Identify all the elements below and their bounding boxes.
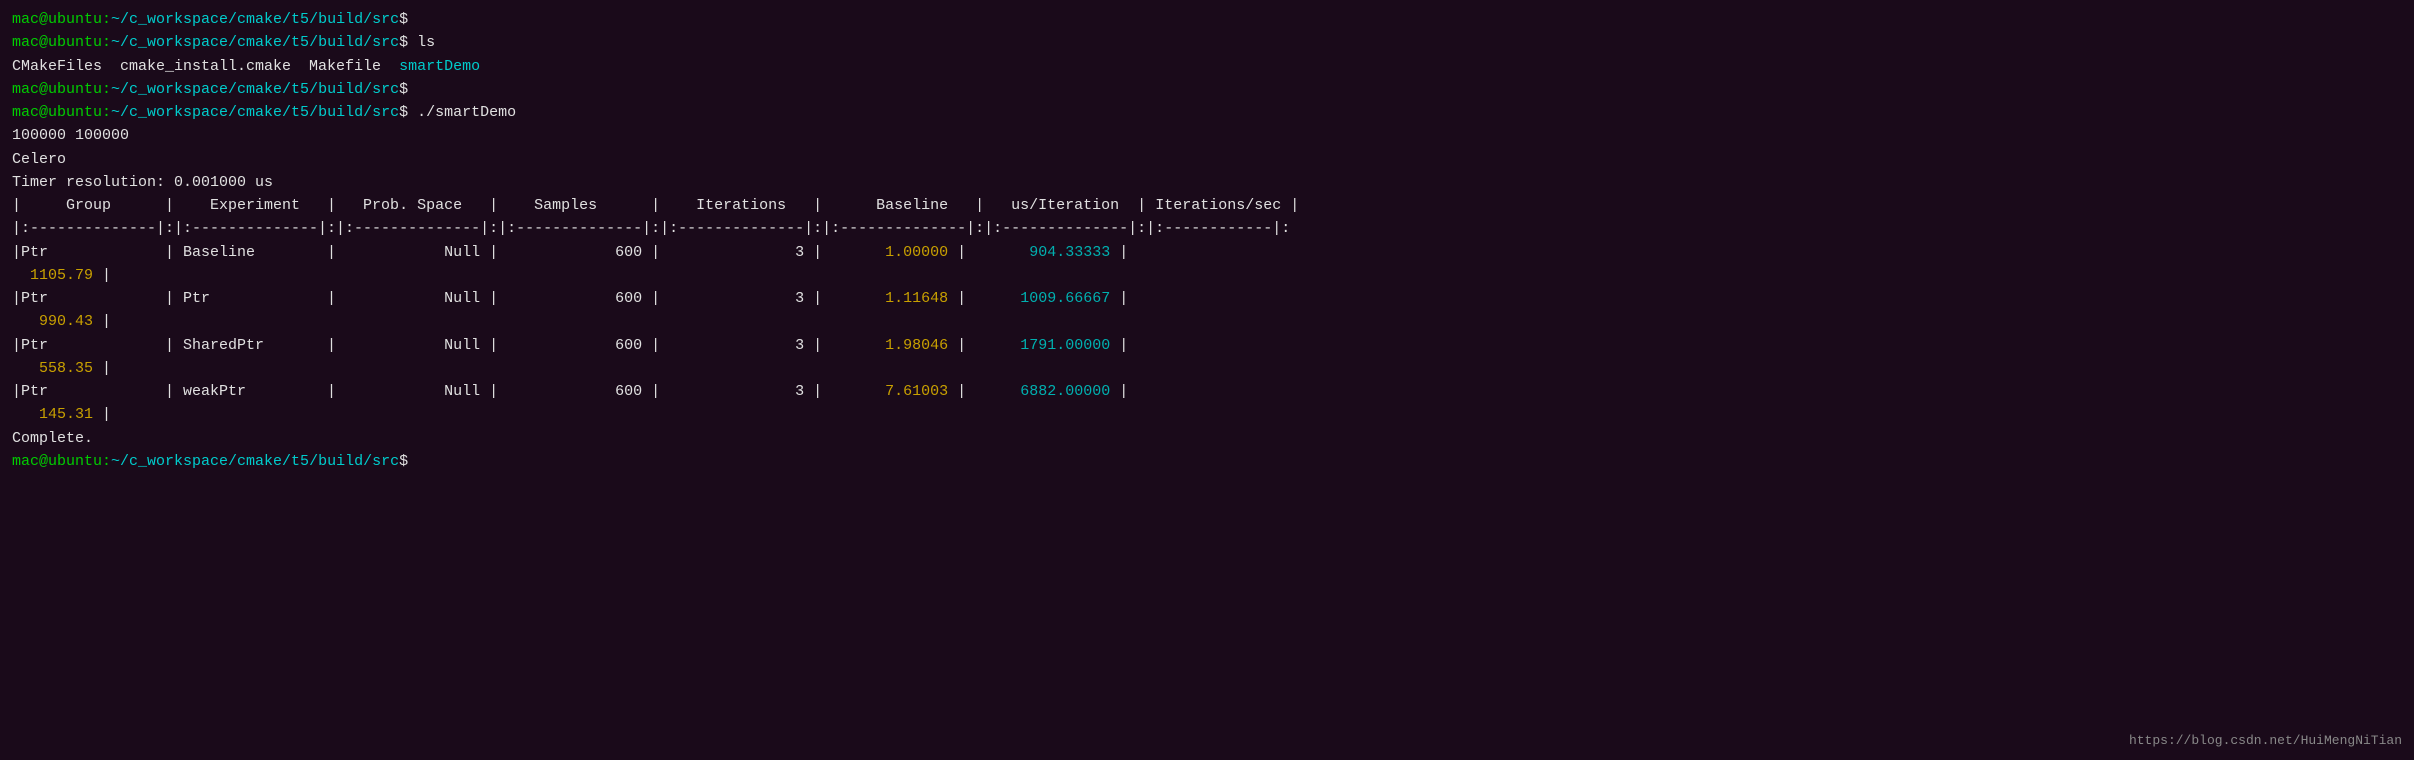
smartdemo-highlight: smartDemo	[399, 58, 480, 75]
dollar-2: $ ls	[399, 34, 435, 51]
ls-output: CMakeFiles cmake_install.cmake Makefile	[12, 58, 399, 75]
us-iter-1: 904.33333	[975, 244, 1110, 261]
baseline-val-2: 1.11648	[831, 290, 948, 307]
table-row-1-sec: 1105.79 |	[12, 264, 2402, 287]
table-row-1-main: |Ptr | Baseline | Null | 600 | 3 | 1.000…	[12, 241, 2402, 264]
line-1: mac@ubuntu:~/c_workspace/cmake/t5/build/…	[12, 8, 2402, 31]
table-row-4-sec: 145.31 |	[12, 403, 2402, 426]
table-row-3-main: |Ptr | SharedPtr | Null | 600 | 3 | 1.98…	[12, 334, 2402, 357]
line-2: mac@ubuntu:~/c_workspace/cmake/t5/build/…	[12, 31, 2402, 54]
path-4: ~/c_workspace/cmake/t5/build/src	[111, 104, 399, 121]
dollar-1: $	[399, 11, 408, 28]
iter-sec-1: 1105.79	[30, 267, 93, 284]
baseline-val-4: 7.61003	[831, 383, 948, 400]
path-5: ~/c_workspace/cmake/t5/build/src	[111, 453, 399, 470]
complete-line: Complete.	[12, 427, 2402, 450]
path-2: ~/c_workspace/cmake/t5/build/src	[111, 34, 399, 51]
iter-sec-4: 145.31	[30, 406, 93, 423]
prompt-4: mac@ubuntu:	[12, 104, 111, 121]
us-iter-4: 6882.00000	[975, 383, 1110, 400]
us-iter-2: 1009.66667	[975, 290, 1110, 307]
line-timer: Timer resolution: 0.001000 us	[12, 171, 2402, 194]
line-4: mac@ubuntu:~/c_workspace/cmake/t5/build/…	[12, 78, 2402, 101]
line-3: CMakeFiles cmake_install.cmake Makefile …	[12, 55, 2402, 78]
dollar-5: $	[399, 453, 408, 470]
table-header: | Group | Experiment | Prob. Space | Sam…	[12, 194, 2402, 217]
iter-sec-3: 558.35	[30, 360, 93, 377]
prompt-5: mac@ubuntu:	[12, 453, 111, 470]
prompt-2: mac@ubuntu:	[12, 34, 111, 51]
baseline-val-1: 1.00000	[831, 244, 948, 261]
table-row-2-sec: 990.43 |	[12, 310, 2402, 333]
prompt-1: mac@ubuntu:	[12, 11, 111, 28]
baseline-val-3: 1.98046	[831, 337, 948, 354]
table-row-2-main: |Ptr | Ptr | Null | 600 | 3 | 1.11648 | …	[12, 287, 2402, 310]
final-prompt: mac@ubuntu:~/c_workspace/cmake/t5/build/…	[12, 450, 2402, 473]
line-5: mac@ubuntu:~/c_workspace/cmake/t5/build/…	[12, 101, 2402, 124]
prompt-3: mac@ubuntu:	[12, 81, 111, 98]
us-iter-3: 1791.00000	[975, 337, 1110, 354]
watermark: https://blog.csdn.net/HuiMengNiTian	[2129, 733, 2402, 748]
line-output-1: 100000 100000	[12, 124, 2402, 147]
table-row-4-main: |Ptr | weakPtr | Null | 600 | 3 | 7.6100…	[12, 380, 2402, 403]
path-1: ~/c_workspace/cmake/t5/build/src	[111, 11, 399, 28]
path-3: ~/c_workspace/cmake/t5/build/src	[111, 81, 399, 98]
line-celero: Celero	[12, 148, 2402, 171]
table-divider: |:--------------|:|:--------------|:|:--…	[12, 217, 2402, 240]
dollar-4: $ ./smartDemo	[399, 104, 516, 121]
iter-sec-2: 990.43	[30, 313, 93, 330]
table-row-3-sec: 558.35 |	[12, 357, 2402, 380]
dollar-3: $	[399, 81, 408, 98]
